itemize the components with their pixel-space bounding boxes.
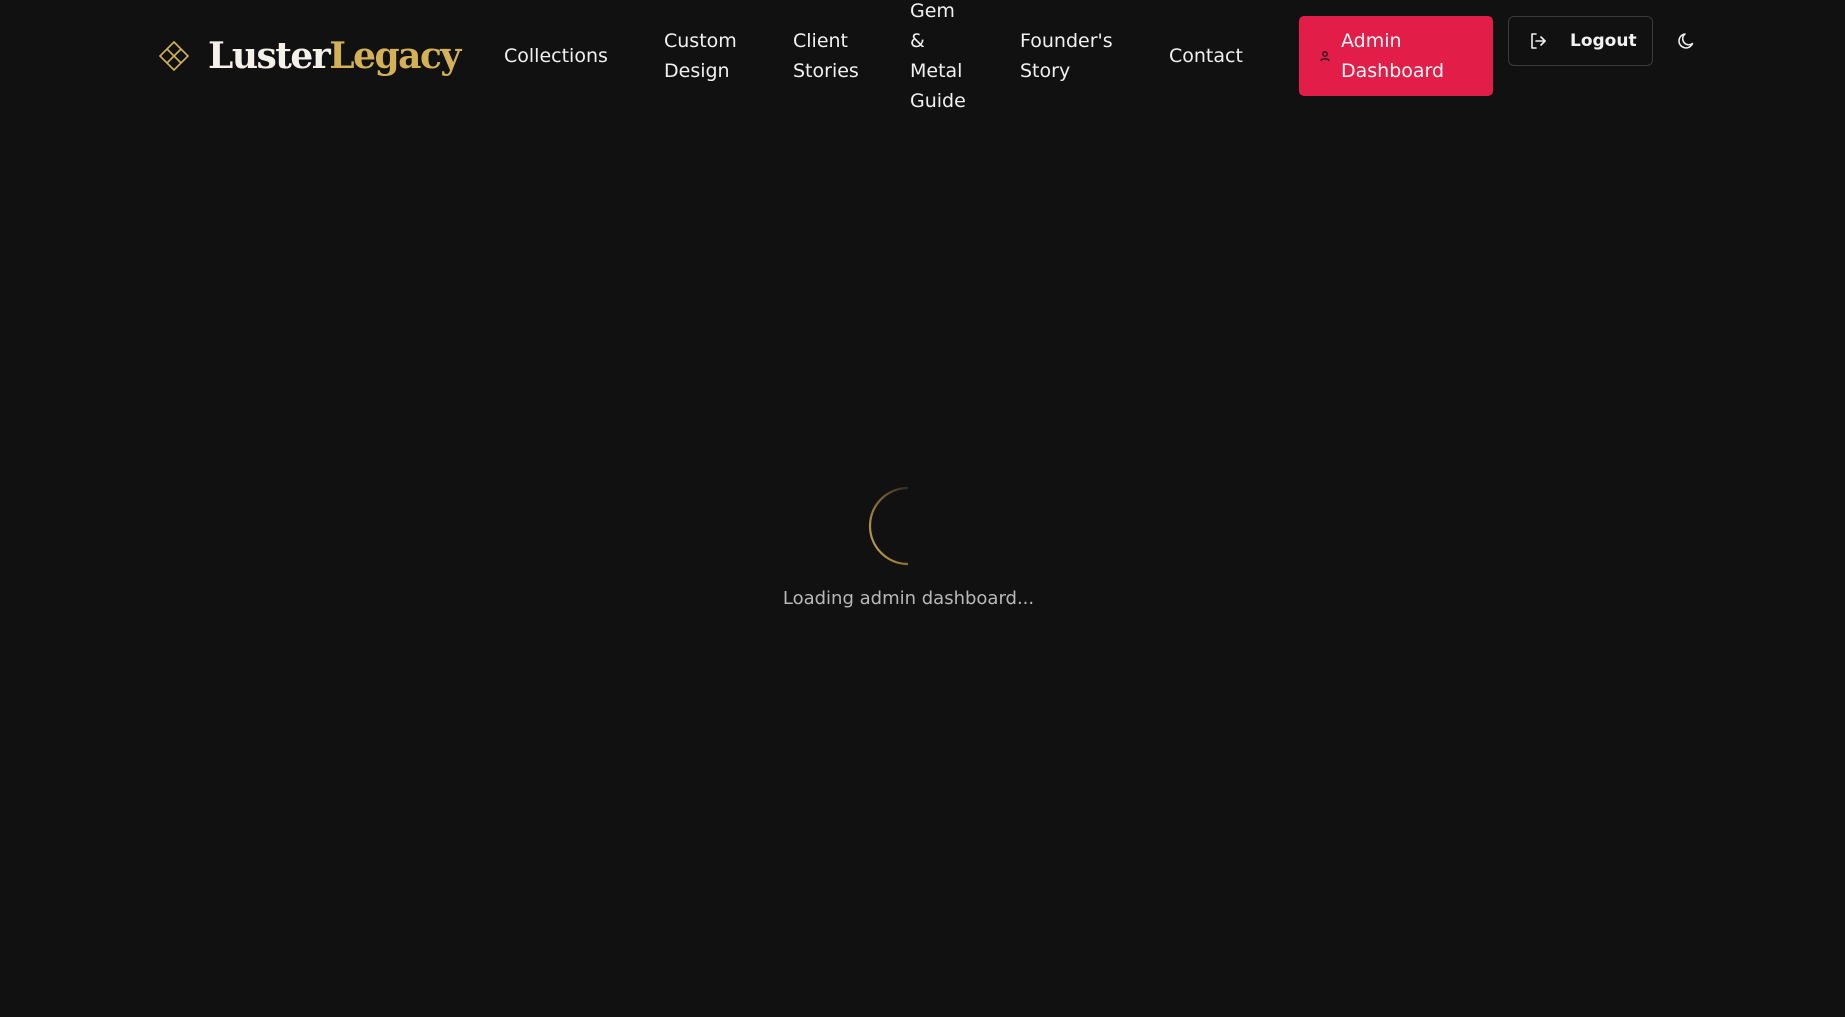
brand-name: LusterLegacy xyxy=(208,34,461,78)
nav-link-collections-label: Collections xyxy=(504,45,608,67)
nav-link-custom-design-label-line2: Design xyxy=(664,60,730,82)
nav-link-client-stories[interactable]: Client Stories xyxy=(793,26,859,86)
loading-message: Loading admin dashboard... xyxy=(782,588,1035,609)
theme-toggle-button[interactable] xyxy=(1675,29,1699,53)
nav-link-founders-story[interactable]: Founder's Story xyxy=(1020,26,1113,86)
nav-link-gem-guide-label-line1: Gem xyxy=(910,0,955,22)
logout-label: Logout xyxy=(1570,31,1637,51)
nav-link-gem-guide-label-line2: & xyxy=(910,30,925,52)
diamond-grid-icon xyxy=(158,40,190,72)
nav-link-custom-design-label-line1: Custom xyxy=(664,30,737,52)
admin-dashboard-label-line1: Admin xyxy=(1341,30,1402,52)
page: LusterLegacy Collections Custom Design C… xyxy=(0,0,1845,1017)
nav-link-contact[interactable]: Contact xyxy=(1169,41,1243,71)
nav-link-contact-label: Contact xyxy=(1169,45,1243,67)
admin-dashboard-label-line2: Dashboard xyxy=(1341,60,1445,82)
top-navigation-bar: LusterLegacy Collections Custom Design C… xyxy=(0,0,1845,128)
admin-dashboard-button[interactable]: Admin Dashboard xyxy=(1299,16,1493,96)
nav-link-founders-story-label-line2: Story xyxy=(1020,60,1071,82)
nav-link-custom-design[interactable]: Custom Design xyxy=(664,26,737,86)
moon-icon xyxy=(1678,33,1694,49)
nav-link-gem-metal-guide[interactable]: Gem & Metal Guide xyxy=(910,0,966,116)
logout-button[interactable]: Logout xyxy=(1508,16,1653,66)
spinner-icon xyxy=(868,486,909,566)
brand-name-part1: Luster xyxy=(208,35,331,77)
nav-link-gem-guide-label-line4: Guide xyxy=(910,90,966,112)
nav-link-client-stories-label-line1: Client xyxy=(793,30,849,52)
admin-dashboard-label: Admin Dashboard xyxy=(1341,26,1471,86)
brand-name-part2: Legacy xyxy=(329,35,461,77)
nav-link-collections[interactable]: Collections xyxy=(504,41,608,71)
nav-link-gem-guide-label-line3: Metal xyxy=(910,60,963,82)
brand-logo-link[interactable]: LusterLegacy xyxy=(158,34,461,78)
nav-link-founders-story-label-line1: Founder's xyxy=(1020,30,1113,52)
nav-link-client-stories-label-line2: Stories xyxy=(793,60,859,82)
logout-icon xyxy=(1531,33,1546,49)
user-icon xyxy=(1320,51,1330,62)
